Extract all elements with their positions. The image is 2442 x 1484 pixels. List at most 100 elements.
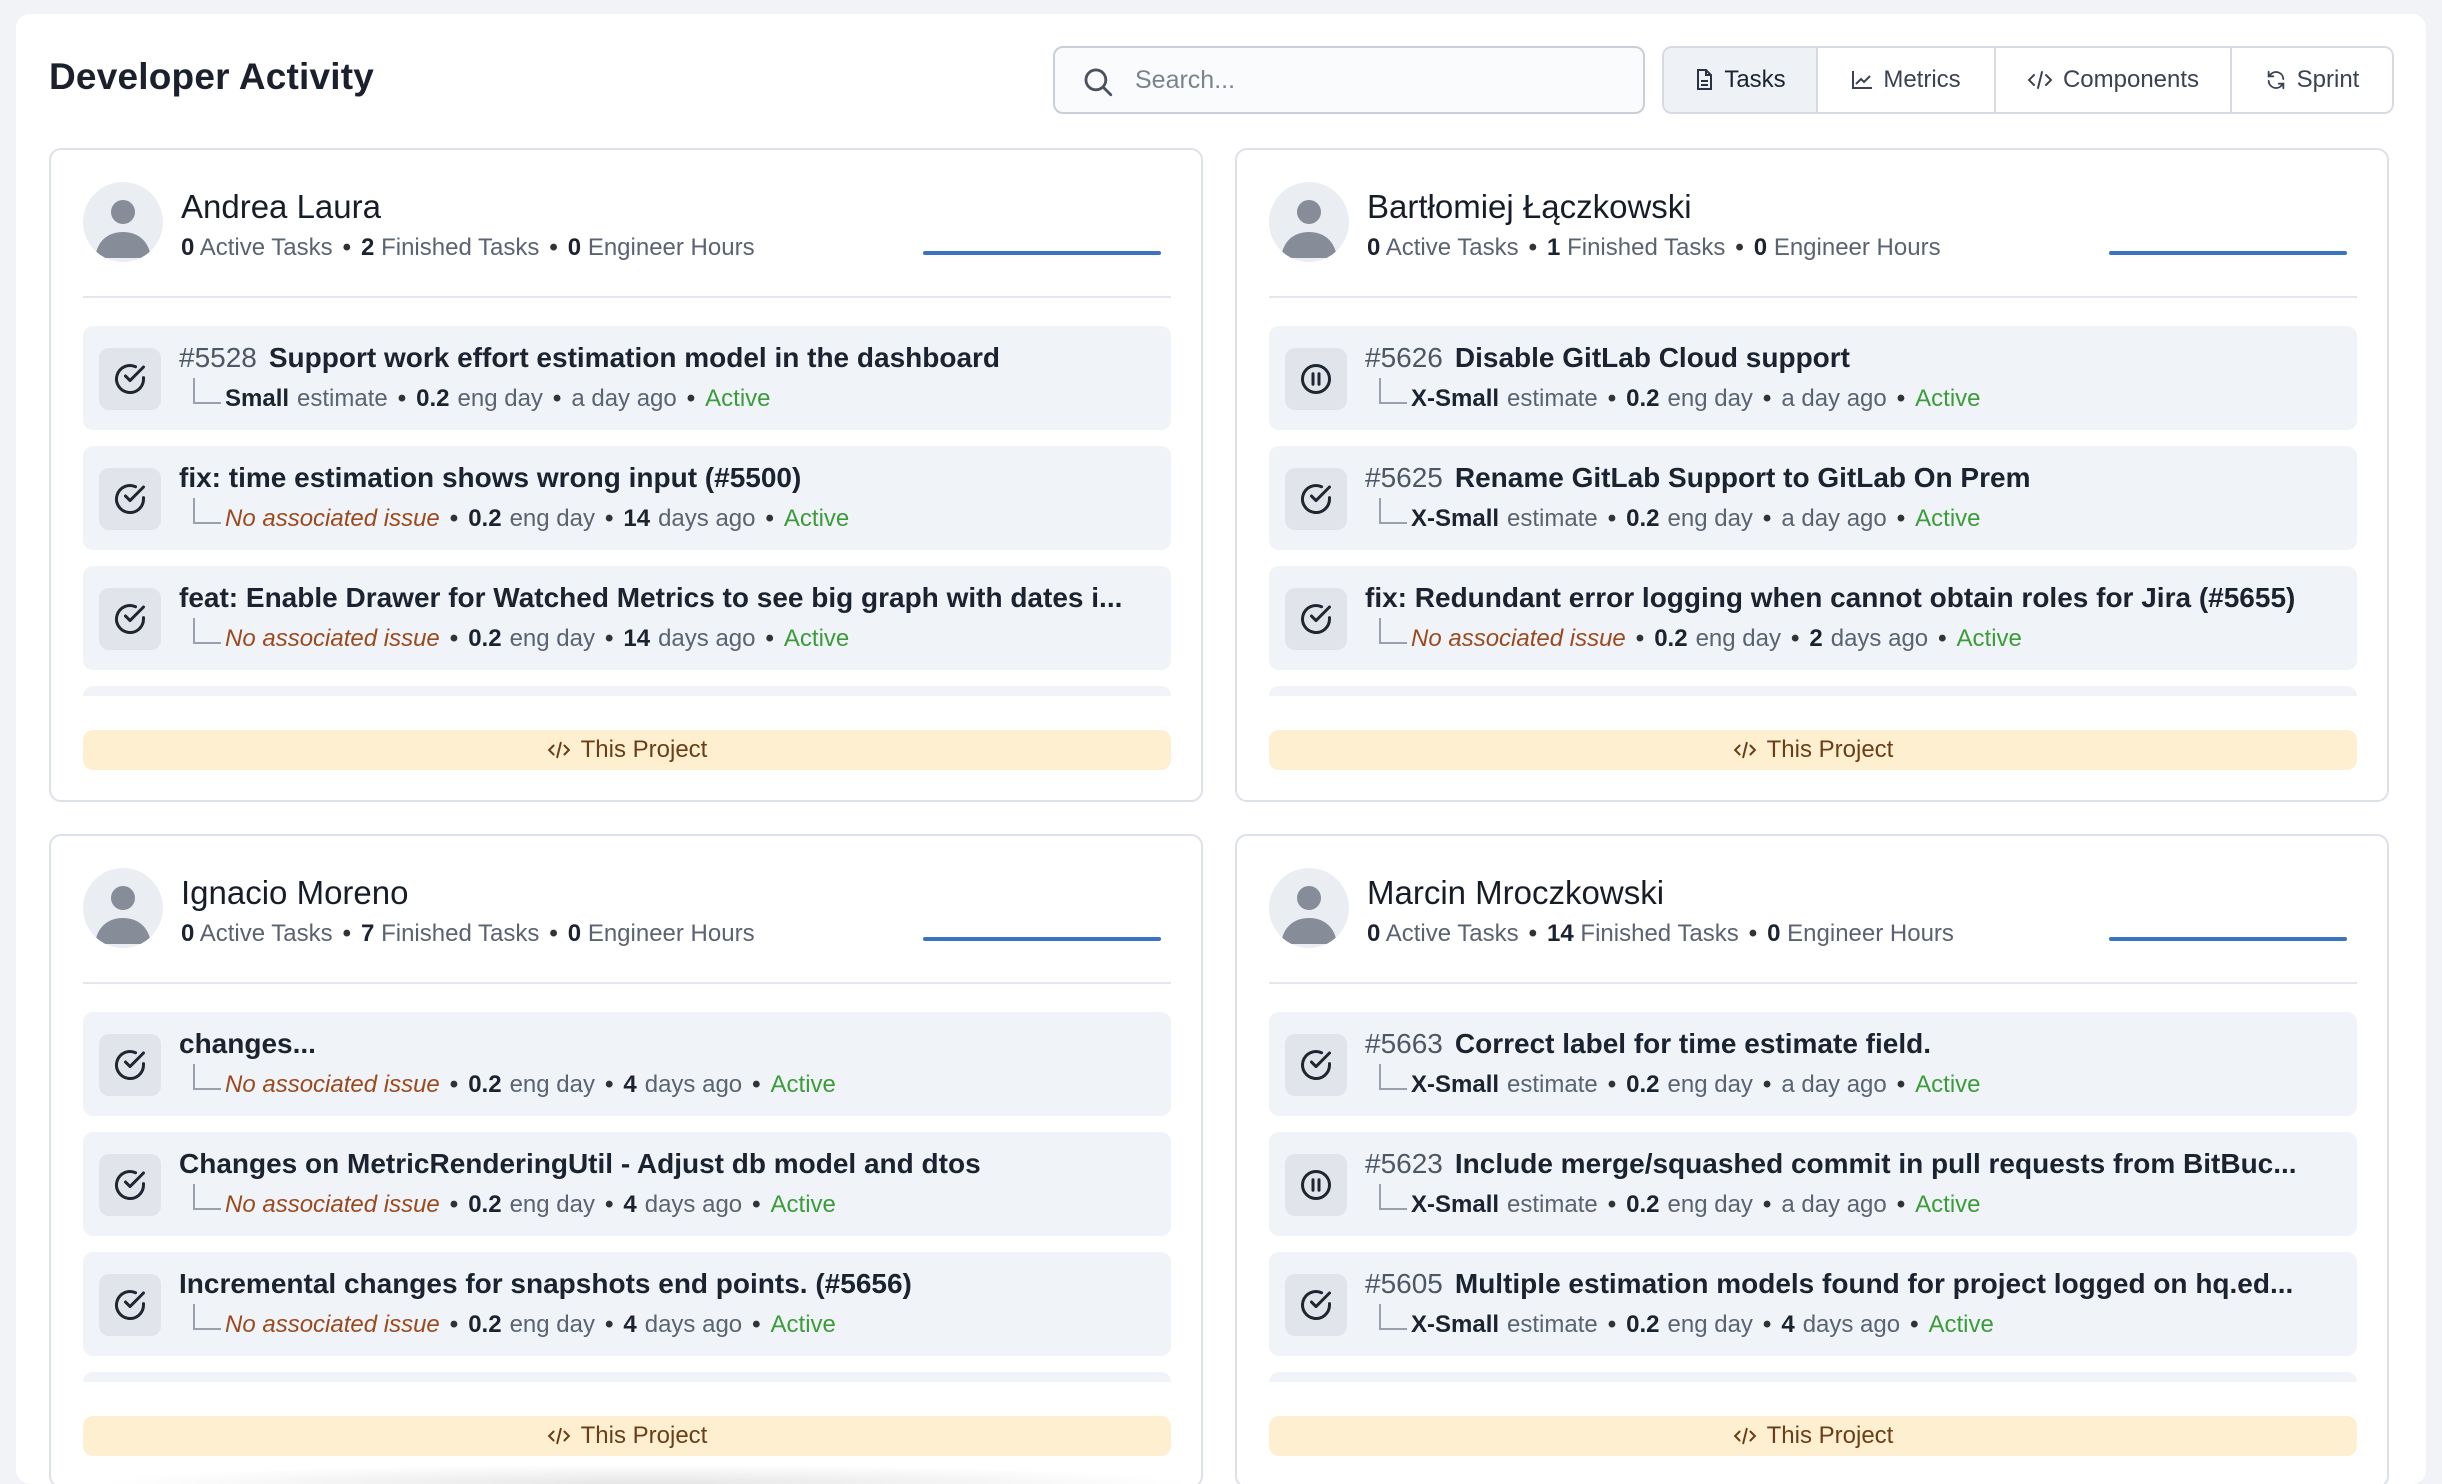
task-meta: X-Small estimate • 0.2 eng day • a day ag… (1365, 378, 1981, 416)
elbow-connector (1379, 618, 1407, 644)
task-item[interactable]: changes... No associated issue • 0.2 eng… (83, 1012, 1171, 1116)
task-age: days ago (644, 1071, 743, 1098)
task-meta: No associated issue • 0.2 eng day • 14 d… (179, 498, 849, 536)
eng-days-label: eng day (1667, 385, 1753, 412)
task-item[interactable]: #5605 Multiple estimation models found fo… (1269, 1252, 2357, 1356)
task-status-button[interactable] (1285, 1034, 1347, 1096)
this-project-button[interactable]: This Project (83, 1416, 1171, 1456)
separator-dot: • (604, 1191, 614, 1218)
tab-metrics[interactable]: Metrics (1818, 48, 1996, 112)
separator-dot: • (552, 385, 562, 412)
task-item[interactable]: Incremental changes for snapshots end po… (83, 1252, 1171, 1356)
separator-dot: • (1762, 1071, 1772, 1098)
active-tasks-count: 0 (181, 234, 195, 261)
avatar (1269, 868, 1349, 948)
separator-dot: • (549, 920, 558, 947)
card-divider (83, 982, 1171, 984)
document-icon (1697, 69, 1713, 90)
active-tasks-count: 0 (181, 920, 195, 947)
elbow-connector (193, 378, 221, 404)
developer-name: Marcin Mroczkowski (1367, 874, 1665, 911)
task-status-button[interactable] (99, 468, 161, 530)
check-circle-icon (112, 1167, 148, 1203)
task-item[interactable]: #5623 Include merge/squashed commit in pu… (1269, 1132, 2357, 1236)
search-box[interactable] (1053, 46, 1645, 114)
estimate-size: X-Small (1411, 1191, 1500, 1218)
separator-dot: • (449, 1311, 459, 1338)
check-circle-icon (1298, 601, 1334, 637)
avatar (1269, 182, 1349, 262)
task-list: changes... No associated issue • 0.2 eng… (83, 1012, 1171, 1372)
task-meta: No associated issue • 0.2 eng day • 14 d… (179, 618, 849, 656)
task-item[interactable]: #5528 Support work effort estimation mode… (83, 326, 1171, 430)
code-icon (1733, 741, 1756, 759)
age-number: 4 (1781, 1311, 1795, 1338)
separator-dot: • (449, 625, 459, 652)
separator-dot: • (449, 505, 459, 532)
task-item[interactable]: #5626 Disable GitLab Cloud support X-Smal… (1269, 326, 2357, 430)
no-issue-label: No associated issue (225, 625, 440, 652)
task-status-button[interactable] (99, 1154, 161, 1216)
engineer-hours-count: 0 (1767, 920, 1781, 947)
estimate-group: X-Small estimate (1411, 1071, 1598, 1099)
elbow-connector (193, 1064, 221, 1090)
separator-dot: • (342, 234, 352, 261)
task-status-button[interactable] (1285, 1274, 1347, 1336)
engineer-hours-count: 0 (1753, 234, 1768, 261)
this-project-button[interactable]: This Project (83, 730, 1171, 770)
task-title-text: changes... (179, 1028, 316, 1059)
elbow-connector (1379, 1304, 1407, 1330)
search-input[interactable] (1135, 60, 1615, 100)
active-tasks-label: Active Tasks (199, 920, 333, 947)
task-number: #5663 (1365, 1028, 1443, 1059)
task-status: Active (705, 385, 771, 412)
this-project-label: This Project (1766, 1422, 1894, 1449)
task-status-button[interactable] (99, 348, 161, 410)
task-item[interactable]: fix: Redundant error logging when cannot… (1269, 566, 2357, 670)
check-circle-icon (112, 1287, 148, 1323)
finished-tasks-count: 1 (1547, 234, 1561, 261)
separator-dot: • (752, 1071, 761, 1098)
task-item[interactable]: #5625 Rename GitLab Support to GitLab On … (1269, 446, 2357, 550)
task-item[interactable]: #5663 Correct label for time estimate fie… (1269, 1012, 2357, 1116)
separator-dot: • (1896, 1071, 1906, 1098)
task-title-text: Correct label for time estimate field. (1454, 1028, 1932, 1059)
task-status-button[interactable] (1285, 468, 1347, 530)
task-status-button[interactable] (1285, 588, 1347, 650)
task-age: days ago (658, 625, 756, 652)
check-circle-icon (1298, 481, 1334, 517)
this-project-label: This Project (580, 736, 708, 763)
finished-tasks-label: Finished Tasks (381, 920, 540, 947)
task-item[interactable]: Changes on MetricRenderingUtil - Adjust … (83, 1132, 1171, 1236)
eng-days-value: 0.2 (1626, 505, 1660, 532)
task-number: #5626 (1365, 342, 1443, 373)
task-status-button[interactable] (1285, 348, 1347, 410)
eng-days-label: eng day (1695, 625, 1781, 652)
active-tasks-count: 0 (1367, 920, 1381, 947)
tab-components[interactable]: Components (1996, 48, 2232, 112)
age-number: 14 (623, 625, 651, 652)
task-status-button[interactable] (99, 588, 161, 650)
task-age: days ago (644, 1191, 743, 1218)
eng-days-value: 0.2 (468, 1071, 502, 1098)
card-divider (1269, 296, 2357, 298)
separator-dot: • (686, 385, 696, 412)
this-project-button[interactable]: This Project (1269, 730, 2357, 770)
eng-days-value: 0.2 (1626, 385, 1660, 412)
pause-circle-icon (1298, 361, 1334, 397)
estimate-group: X-Small estimate (1411, 1311, 1598, 1339)
task-title: #5625 Rename GitLab Support to GitLab On … (1365, 462, 2345, 494)
tab-tasks[interactable]: Tasks (1664, 48, 1818, 112)
task-status-button[interactable] (99, 1274, 161, 1336)
this-project-button[interactable]: This Project (1269, 1416, 2357, 1456)
task-meta: Small estimate • 0.2 eng day • a day ago … (179, 378, 771, 416)
task-age: days ago (644, 1311, 743, 1338)
check-circle-icon (112, 481, 148, 517)
task-item[interactable]: fix: time estimation shows wrong input (… (83, 446, 1171, 550)
tab-sprint[interactable]: Sprint (2232, 48, 2392, 112)
task-status-button[interactable] (1285, 1154, 1347, 1216)
task-status-button[interactable] (99, 1034, 161, 1096)
task-title-text: Rename GitLab Support to GitLab On Prem (1454, 462, 2031, 493)
task-item[interactable]: feat: Enable Drawer for Watched Metrics … (83, 566, 1171, 670)
next-task-peek (83, 1372, 1171, 1382)
